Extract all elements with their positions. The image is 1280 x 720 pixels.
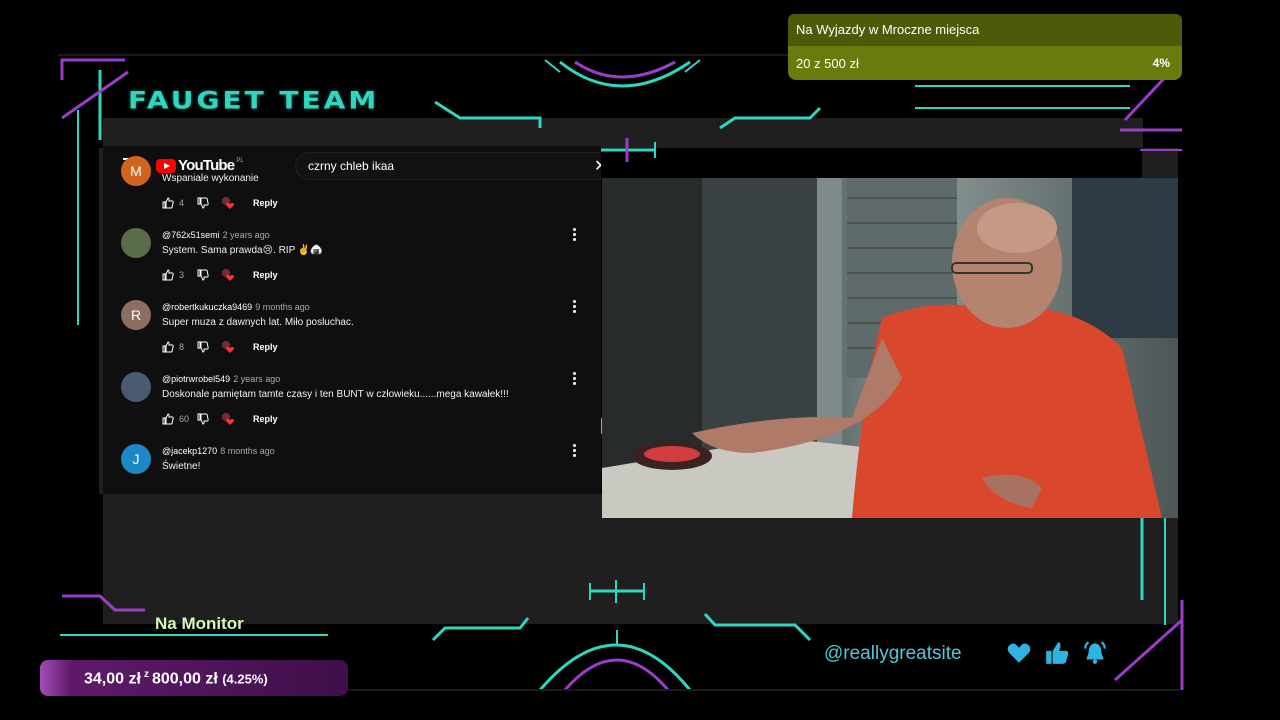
like-count: 4 (179, 198, 185, 208)
comment-author[interactable]: @762x51semi 2 years ago (162, 230, 270, 240)
reply-button[interactable]: Reply (253, 414, 278, 424)
more-options-icon[interactable] (573, 444, 577, 458)
social-handle: @reallygreatsite (824, 643, 962, 664)
dislike-icon[interactable] (197, 413, 209, 425)
comment-time[interactable]: 9 months ago (255, 302, 310, 312)
top-donation-goal: Na Wyjazdy w Mroczne miejsca 20 z 500 zł… (788, 14, 1182, 80)
dislike-icon[interactable] (197, 341, 209, 353)
avatar[interactable]: J (121, 444, 151, 474)
social-icons (1006, 640, 1120, 666)
comment-time[interactable]: 2 years ago (223, 230, 270, 240)
comment-item: J @jacekp1270 8 months ago Świetne! (103, 444, 601, 494)
comment-text: Super muza z dawnych lat. Miło posluchac… (162, 317, 354, 328)
comment-author[interactable]: @piotrwrobel549 2 years ago (162, 374, 280, 384)
dislike-icon[interactable] (197, 197, 209, 209)
webcam-image (602, 178, 1178, 518)
comment-actions: 60 Reply (162, 411, 278, 427)
team-title: FAUGET TEAM (128, 86, 380, 115)
bottom-goal-current: 34,00 zł (84, 670, 141, 688)
like-icon[interactable] (162, 197, 174, 209)
heart-icon (1006, 640, 1032, 666)
goal-progress-bar: 20 z 500 zł 4% (788, 46, 1182, 80)
comment-actions: 3 Reply (162, 267, 278, 283)
stream-overlay: FAUGET TEAM Na Wyjazdy w Mroczne miejsca… (0, 0, 1280, 720)
comment-text: System. Sama prawda😢. RIP ✌️🍙 (162, 245, 323, 256)
avatar[interactable]: M (121, 156, 151, 186)
bottom-goal-title: Na Monitor (155, 614, 244, 633)
like-icon[interactable] (162, 341, 174, 353)
like-count: 60 (179, 414, 190, 424)
reply-button[interactable]: Reply (253, 342, 278, 352)
goal-title: Na Wyjazdy w Mroczne miejsca (796, 22, 980, 37)
bottom-goal-percent: (4.25%) (222, 671, 268, 687)
bottom-goal-target: 800,00 zł (151, 670, 218, 688)
goal-percent: 4% (1152, 56, 1170, 70)
thumbs-up-icon (1044, 640, 1070, 666)
comment-time[interactable]: 2 years ago (233, 374, 280, 384)
comment-item: R @robertkukuczka9469 9 months ago Super mu… (103, 300, 601, 372)
like-icon[interactable] (162, 413, 174, 425)
avatar[interactable] (121, 372, 151, 402)
webcam-feed (602, 178, 1178, 518)
creator-heart-icon (221, 412, 235, 426)
creator-heart-icon (221, 196, 235, 210)
youtube-window: YouTube PL czrny chleb ikaa ✕ M Wspaniale… (103, 146, 601, 494)
bottom-donation-goal: 34,00 zł z 800,00 zł (4.25%) (40, 660, 348, 696)
bottom-goal-separator: z (143, 669, 149, 680)
comment-item: @piotrwrobel549 2 years ago Doskonale pami… (103, 372, 601, 444)
goal-amount: 20 z 500 zł (796, 56, 859, 71)
more-options-icon[interactable] (573, 372, 577, 386)
like-icon[interactable] (162, 269, 174, 281)
comment-item: M Wspaniale wykonanie 4 Reply (103, 156, 601, 228)
comment-author[interactable]: @robertkukuczka9469 9 months ago (162, 302, 310, 312)
avatar[interactable]: R (121, 300, 151, 330)
creator-heart-icon (221, 340, 235, 354)
comment-time[interactable]: 8 months ago (220, 446, 275, 456)
reply-button[interactable]: Reply (253, 270, 278, 280)
dislike-icon[interactable] (197, 269, 209, 281)
like-count: 8 (179, 342, 185, 352)
bell-icon (1082, 640, 1108, 666)
more-options-icon[interactable] (573, 228, 577, 242)
comment-actions: 8 Reply (162, 339, 278, 355)
creator-heart-icon (221, 268, 235, 282)
comment-item: @762x51semi 2 years ago System. Sama prawd… (103, 228, 601, 300)
like-count: 3 (179, 270, 185, 280)
more-options-icon[interactable] (573, 300, 577, 314)
comment-text: Wspaniale wykonanie (162, 173, 259, 184)
comment-actions: 4 Reply (162, 195, 278, 211)
avatar[interactable] (121, 228, 151, 258)
comment-text: Świetne! (162, 461, 201, 472)
comment-author[interactable]: @jacekp1270 8 months ago (162, 446, 275, 456)
reply-button[interactable]: Reply (253, 198, 278, 208)
comment-text: Doskonale pamiętam tamte czasy i ten BUN… (162, 389, 509, 400)
